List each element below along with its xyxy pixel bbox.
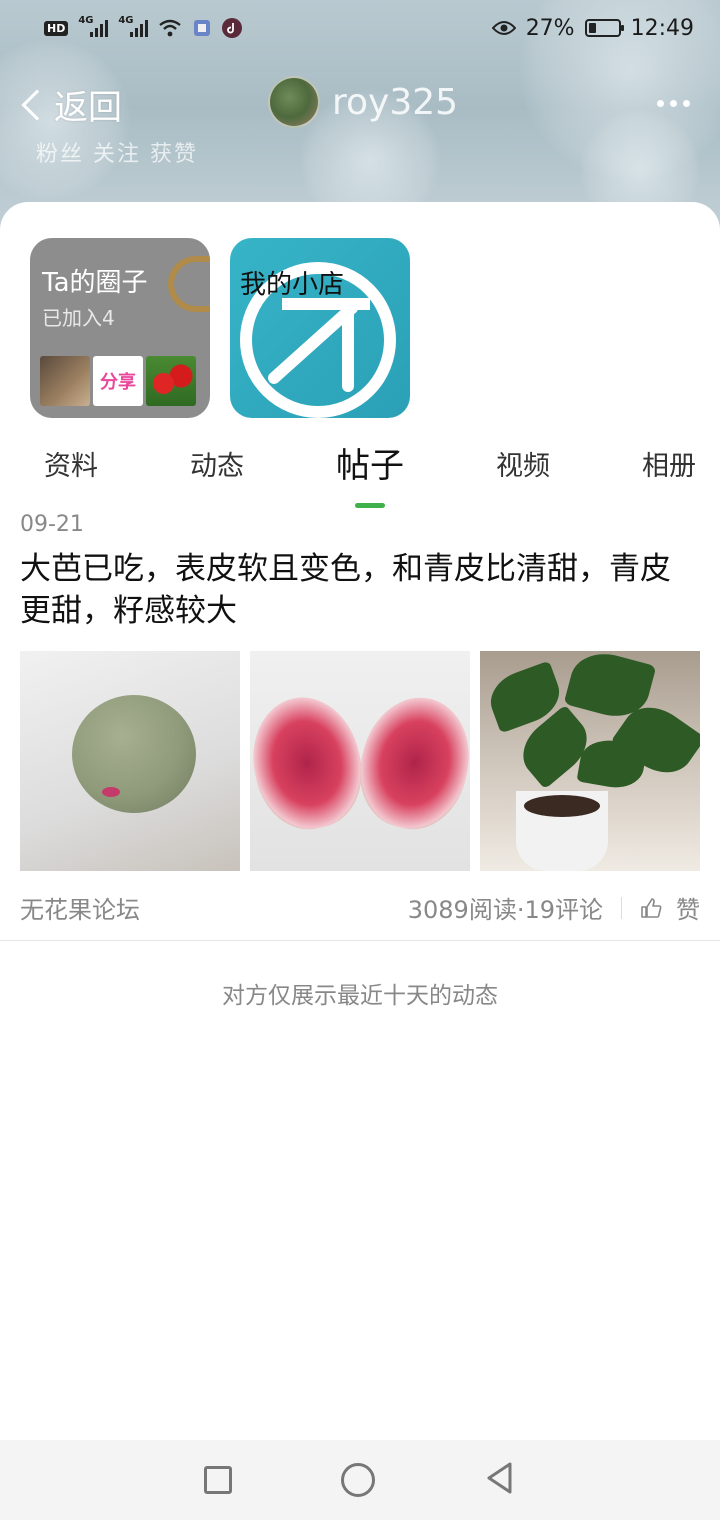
tiktok-icon	[222, 18, 243, 38]
post-stats: 3089阅读·19评论	[407, 896, 603, 924]
post-photo-whole-fig[interactable]	[20, 651, 240, 871]
post-meta: 无花果论坛 3089阅读·19评论 赞	[20, 890, 700, 925]
berry-thumbnail	[146, 356, 196, 406]
content-sheet: Ta的圈子 已加入4 分享 我的小店 资料 动态 帖子 视频 相册 09-21 …	[0, 202, 720, 1442]
like-label: 赞	[676, 896, 700, 924]
wifi-icon	[158, 19, 182, 37]
chevron-left-icon	[21, 88, 53, 121]
post-photo-fig-plant[interactable]	[480, 651, 700, 871]
faded-stats: 粉丝 关注 获赞	[36, 142, 198, 167]
tab-posts[interactable]: 帖子	[336, 438, 404, 500]
circle-card-title: Ta的圈子	[42, 268, 148, 298]
shop-card[interactable]: 我的小店	[230, 238, 410, 418]
post-photo-cut-fig[interactable]	[250, 651, 470, 871]
circle-card[interactable]: Ta的圈子 已加入4 分享	[30, 238, 210, 418]
signal-icon: 4G	[118, 15, 149, 37]
avatar[interactable]	[268, 76, 320, 128]
forum-name[interactable]: 无花果论坛	[20, 890, 140, 925]
circle-card-subtitle: 已加入4	[42, 306, 115, 330]
recent-apps-button[interactable]	[204, 1466, 233, 1494]
status-bar: HD 4G 4G 27% 12:49	[0, 0, 720, 56]
post-date: 09-21	[20, 512, 84, 537]
tab-album[interactable]: 相册	[642, 438, 696, 500]
network-type-label: 4G	[118, 15, 134, 26]
hd-icon: HD	[44, 20, 69, 36]
tab-activity[interactable]: 动态	[190, 438, 244, 500]
ring-decoration	[168, 256, 210, 312]
like-button[interactable]: 赞	[640, 890, 700, 925]
nav-bar: 返回 roy325	[0, 72, 720, 136]
network-type-label: 4G	[78, 15, 94, 26]
shop-card-title: 我的小店	[240, 270, 345, 300]
back-label: 返回	[54, 88, 122, 128]
username: roy325	[332, 81, 459, 123]
more-button[interactable]	[657, 100, 690, 107]
bird-thumbnail	[40, 356, 90, 406]
post-divider	[0, 940, 720, 941]
signal-icon: 4G	[78, 15, 109, 37]
system-navigation-bar	[0, 1440, 720, 1520]
profile-summary[interactable]: roy325	[268, 76, 458, 128]
eye-icon	[491, 20, 516, 36]
post-text[interactable]: 大芭已吃，表皮软且变色，和青皮比清甜，青皮更甜，籽感较大	[20, 548, 700, 632]
post-photos	[20, 651, 700, 871]
app-notification-icon	[192, 18, 212, 38]
battery-percent: 27%	[525, 15, 575, 41]
clock: 12:49	[630, 15, 694, 41]
more-dots-icon	[657, 100, 664, 107]
profile-tabs: 资料 动态 帖子 视频 相册	[0, 438, 720, 500]
circle-thumbnails: 分享	[40, 356, 196, 406]
visibility-notice: 对方仅展示最近十天的动态	[222, 983, 498, 1009]
tab-profile[interactable]: 资料	[44, 438, 98, 500]
battery-icon	[584, 19, 624, 37]
share-thumbnail: 分享	[93, 356, 143, 406]
back-button[interactable]: 返回	[18, 80, 122, 129]
back-nav-button[interactable]	[484, 1461, 516, 1499]
divider	[621, 896, 622, 919]
home-button[interactable]	[340, 1463, 375, 1497]
feature-cards: Ta的圈子 已加入4 分享 我的小店	[30, 238, 410, 418]
thumbs-up-icon	[640, 897, 662, 919]
tab-videos[interactable]: 视频	[496, 438, 550, 500]
